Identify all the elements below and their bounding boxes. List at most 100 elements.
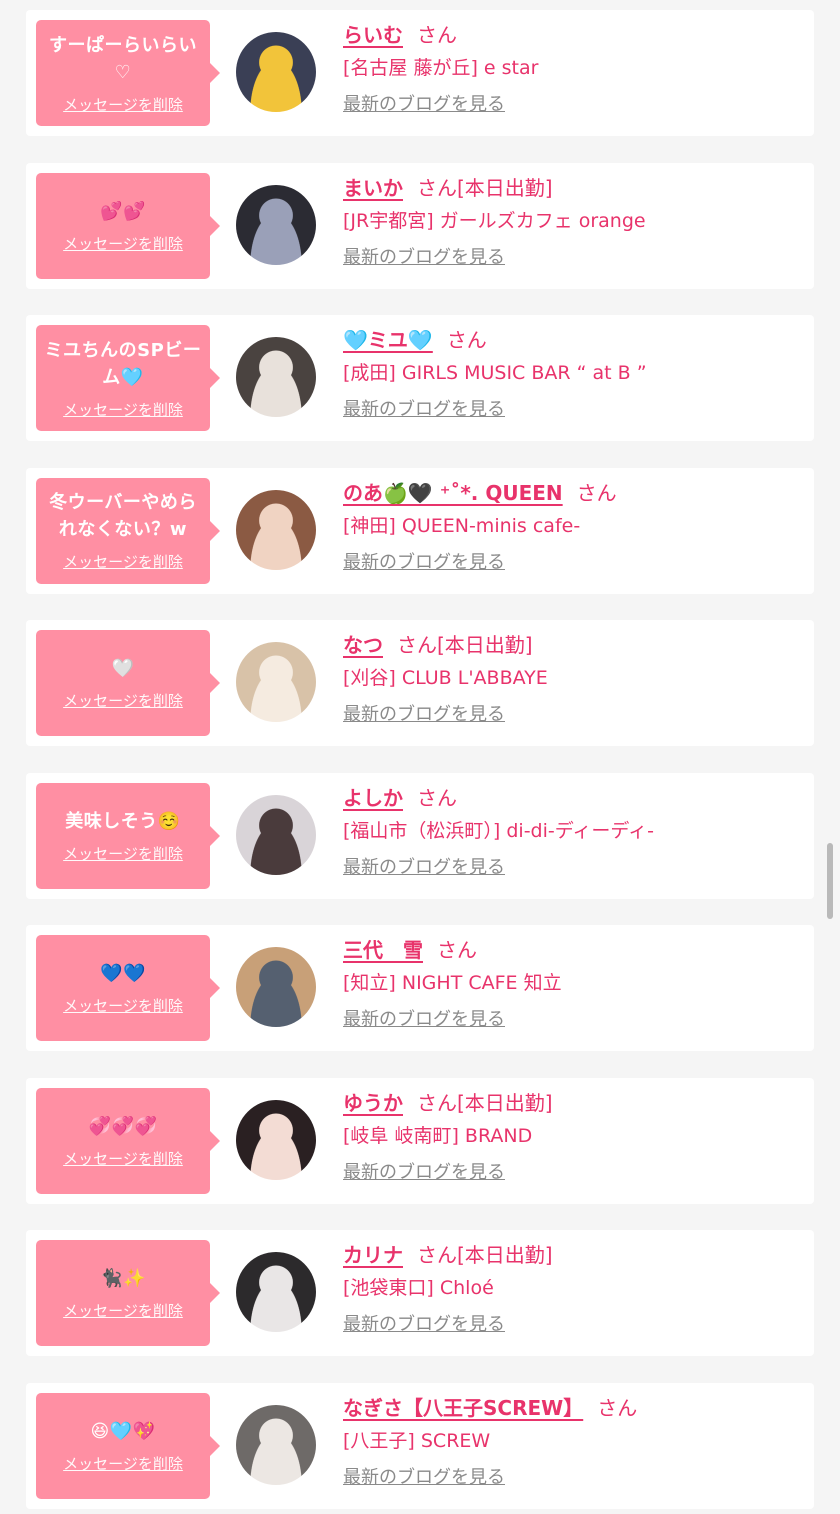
avatar[interactable] [236, 489, 316, 570]
message-text: 💞💞💞 [88, 1115, 158, 1137]
cast-info: なつ さん[本日出勤] [刈谷] CLUB L'ABBAYE 最新のブログを見る [343, 628, 804, 730]
avatar[interactable] [236, 947, 316, 1027]
latest-blog-link[interactable]: 最新のブログを見る [343, 1310, 505, 1340]
honorific: さん [417, 1243, 457, 1267]
name-line: らいむ さん [343, 18, 804, 52]
name-line: まいか さん[本日出勤] [343, 171, 804, 205]
cast-name-link[interactable]: なつ [343, 633, 383, 657]
avatar[interactable] [236, 1404, 316, 1485]
message-bubble: ミユちんのSPビーム🩵 メッセージを削除 [36, 325, 220, 431]
delete-message-button[interactable]: メッセージを削除 [63, 1148, 183, 1169]
name-line: 🩵ミユ🩵 さん [343, 323, 804, 357]
shop-name: [JR宇都宮] ガールズカフェ orange [343, 209, 646, 232]
message-card: 💞💞💞 メッセージを削除 ゆうか さん[本日出勤] [岐阜 岐南町] BRAND … [26, 1077, 814, 1204]
delete-message-button[interactable]: メッセージを削除 [63, 1300, 183, 1321]
delete-message-button[interactable]: メッセージを削除 [63, 843, 183, 864]
avatar[interactable] [236, 32, 316, 112]
shop-name: [刈谷] CLUB L'ABBAYE [343, 667, 548, 689]
cast-name-link[interactable]: カリナ [343, 1243, 403, 1267]
message-bubble: 🤍 メッセージを削除 [36, 630, 220, 736]
latest-blog-link[interactable]: 最新のブログを見る [343, 1005, 505, 1035]
name-line: なぎさ【八王子SCREW】 さん [343, 1391, 804, 1425]
honorific: さん [417, 23, 457, 47]
name-line: カリナ さん[本日出勤] [343, 1238, 804, 1272]
shop-name: [成田] GIRLS MUSIC BAR “ at B ” [343, 362, 647, 384]
avatar[interactable] [236, 1252, 316, 1332]
cast-info: らいむ さん [名古屋 藤が丘] e star 最新のブログを見る [343, 18, 804, 120]
cast-info: 三代 雪さん [知立] NIGHT CAFE 知立 最新のブログを見る [343, 933, 804, 1035]
message-text: 💕💕 [100, 200, 146, 222]
message-bubble: すーぱーらいらい♡ メッセージを削除 [36, 20, 220, 126]
cast-info: カリナ さん[本日出勤] [池袋東口] Chloé 最新のブログを見る [343, 1238, 804, 1340]
cast-name-link[interactable]: 三代 雪 [343, 938, 423, 962]
working-today-badge: [本日出勤] [457, 1090, 553, 1115]
latest-blog-link[interactable]: 最新のブログを見る [343, 548, 505, 578]
honorific: さん [576, 480, 617, 505]
message-bubble: 💞💞💞 メッセージを削除 [36, 1087, 220, 1194]
honorific: さん [397, 633, 437, 657]
message-card: 美味しそう☺️ メッセージを削除 よしか さん [福山市（松浜町）] di-di-… [26, 772, 814, 899]
working-today-badge: [本日出勤] [457, 1243, 553, 1267]
working-today-badge: [本日出勤] [437, 633, 533, 657]
delete-message-button[interactable]: メッセージを削除 [63, 1453, 183, 1474]
cast-info: のあ🍏🖤 ⁺˚*. QUEEN さん [神田] QUEEN-minis cafe-… [343, 476, 804, 578]
name-line: なつ さん[本日出勤] [343, 628, 804, 662]
delete-message-button[interactable]: メッセージを削除 [63, 399, 183, 420]
avatar[interactable] [236, 794, 316, 875]
shop-name: [岐阜 岐南町] BRAND [343, 1124, 533, 1147]
latest-blog-link[interactable]: 最新のブログを見る [343, 90, 505, 120]
delete-message-button[interactable]: メッセージを削除 [63, 551, 183, 572]
message-bubble: 💕💕 メッセージを削除 [36, 172, 220, 279]
message-text: 🤍 [111, 658, 135, 679]
cast-name-link[interactable]: のあ🍏🖤 ⁺˚*. QUEEN [343, 481, 563, 505]
shop-name: [八王子] SCREW [343, 1429, 491, 1452]
message-bubble: 🐈‍⬛✨ メッセージを削除 [36, 1240, 220, 1346]
message-bubble: 冬ウーバーやめられなくない？w メッセージを削除 [36, 477, 220, 584]
latest-blog-link[interactable]: 最新のブログを見る [343, 1158, 505, 1188]
avatar[interactable] [236, 184, 316, 265]
delete-message-button[interactable]: メッセージを削除 [63, 233, 183, 254]
latest-blog-link[interactable]: 最新のブログを見る [343, 395, 505, 425]
latest-blog-link[interactable]: 最新のブログを見る [343, 243, 505, 273]
honorific: さん [417, 785, 457, 810]
cast-name-link[interactable]: 🩵ミユ🩵 [343, 328, 433, 352]
delete-message-button[interactable]: メッセージを削除 [63, 995, 183, 1016]
latest-blog-link[interactable]: 最新のブログを見る [343, 853, 505, 883]
shop-name: [知立] NIGHT CAFE 知立 [343, 972, 562, 994]
name-line: よしか さん [343, 781, 804, 815]
shop-name: [神田] QUEEN-minis cafe- [343, 514, 581, 537]
cast-info: よしか さん [福山市（松浜町）] di-di-ディーディ- 最新のブログを見る [343, 781, 804, 883]
message-bubble: 美味しそう☺️ メッセージを削除 [36, 782, 220, 889]
latest-blog-link[interactable]: 最新のブログを見る [343, 1463, 505, 1493]
cast-info: まいか さん[本日出勤] [JR宇都宮] ガールズカフェ orange 最新のブロ… [343, 171, 804, 273]
honorific: さん [437, 938, 477, 962]
message-text: すーぱーらいらい♡ [49, 34, 197, 83]
message-card: ミユちんのSPビーム🩵 メッセージを削除 🩵ミユ🩵 さん [成田] GIRLS M… [26, 315, 814, 441]
shop-name: [池袋東口] Chloé [343, 1277, 494, 1299]
message-card: 🤍 メッセージを削除 なつ さん[本日出勤] [刈谷] CLUB L'ABBAYE… [26, 620, 814, 746]
name-line: 三代 雪さん [343, 933, 804, 967]
delete-message-button[interactable]: メッセージを削除 [63, 94, 183, 115]
message-bubble: 😆🩵💖 メッセージを削除 [36, 1392, 220, 1499]
message-text: 😆🩵💖 [90, 1420, 156, 1442]
shop-name: [名古屋 藤が丘] e star [343, 57, 539, 79]
message-card: 😆🩵💖 メッセージを削除 なぎさ【八王子SCREW】 さん [八王子] SCREW… [26, 1382, 814, 1509]
cast-name-link[interactable]: らいむ [343, 23, 403, 47]
cast-name-link[interactable]: よしか [343, 786, 403, 810]
latest-blog-link[interactable]: 最新のブログを見る [343, 700, 505, 730]
message-card: 🐈‍⬛✨ メッセージを削除 カリナ さん[本日出勤] [池袋東口] Chloé 最… [26, 1230, 814, 1356]
honorific: さん [446, 328, 487, 352]
cast-name-link[interactable]: まいか [343, 176, 403, 200]
avatar[interactable] [236, 337, 316, 417]
scrollbar[interactable] [827, 843, 833, 919]
name-line: ゆうか さん[本日出勤] [343, 1086, 804, 1120]
cast-name-link[interactable]: ゆうか [343, 1091, 403, 1115]
cast-name-link[interactable]: なぎさ【八王子SCREW】 [343, 1396, 583, 1420]
avatar[interactable] [236, 1099, 316, 1180]
message-card: 冬ウーバーやめられなくない？w メッセージを削除 のあ🍏🖤 ⁺˚*. QUEEN… [26, 467, 814, 594]
delete-message-button[interactable]: メッセージを削除 [63, 690, 183, 711]
avatar[interactable] [236, 642, 316, 722]
cast-info: ゆうか さん[本日出勤] [岐阜 岐南町] BRAND 最新のブログを見る [343, 1086, 804, 1188]
message-text: 💙💙 [100, 963, 146, 984]
message-bubble: 💙💙 メッセージを削除 [36, 935, 220, 1041]
